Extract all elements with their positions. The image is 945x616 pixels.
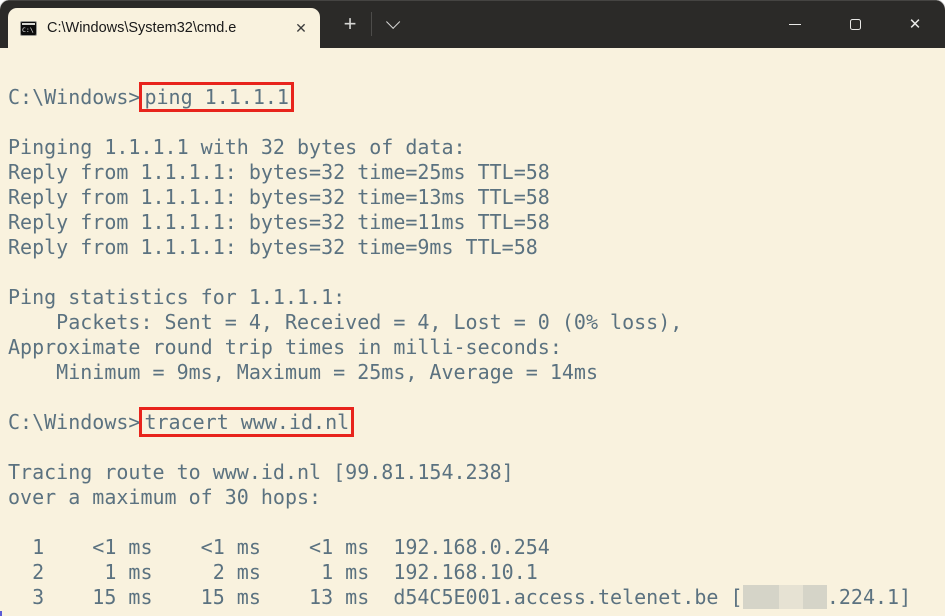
tabbar-divider (371, 12, 372, 36)
terminal-text: Pinging 1.1.1.1 with 32 bytes of data: (8, 135, 466, 159)
terminal-text: Minimum = 9ms, Maximum = 25ms, Average =… (8, 360, 599, 384)
terminal-text: Reply from 1.1.1.1: bytes=32 time=9ms TT… (8, 235, 538, 259)
window-controls: ✕ (765, 1, 945, 48)
redaction-box (802, 585, 827, 609)
redaction-box (742, 585, 779, 609)
terminal-line: Tracing route to www.id.nl [99.81.154.23… (8, 460, 937, 485)
command-highlight-box: ping 1.1.1.1 (139, 82, 294, 112)
cmd-prompt-icon: C:\ (20, 20, 37, 36)
terminal-window: C:\ C:\Windows\System32\cmd.e ✕ + ✕ C:\W… (0, 0, 945, 616)
terminal-text: Ping statistics for 1.1.1.1: (8, 285, 346, 309)
terminal-line: 1 <1 ms <1 ms <1 ms 192.168.0.254 (8, 535, 937, 560)
command-highlight-box: tracert www.id.nl (139, 407, 355, 437)
terminal-text: Reply from 1.1.1.1: bytes=32 time=25ms T… (8, 160, 550, 184)
minimize-button[interactable] (765, 1, 825, 48)
terminal-text: Reply from 1.1.1.1: bytes=32 time=13ms T… (8, 185, 550, 209)
terminal-line: Reply from 1.1.1.1: bytes=32 time=11ms T… (8, 210, 937, 235)
maximize-icon (849, 19, 861, 30)
terminal-line: Reply from 1.1.1.1: bytes=32 time=9ms TT… (8, 235, 937, 260)
new-tab-button[interactable]: + (332, 7, 368, 41)
redaction-gap (778, 585, 803, 609)
terminal-text: over a maximum of 30 hops: (8, 485, 322, 509)
cmd-icon-text: C:\ (22, 25, 34, 34)
terminal-text: 3 15 ms 15 ms 13 ms d54C5E001.access.tel… (8, 585, 743, 609)
terminal-line: Minimum = 9ms, Maximum = 25ms, Average =… (8, 360, 937, 385)
terminal-text: C:\Windows> (8, 410, 141, 434)
terminal-text: Packets: Sent = 4, Received = 4, Lost = … (8, 310, 683, 334)
terminal-line: Packets: Sent = 4, Received = 4, Lost = … (8, 310, 937, 335)
chevron-down-icon (386, 14, 401, 29)
terminal-screen[interactable]: C:\Windows> ping 1.1.1.1 Pinging 1.1.1.1 w… (0, 48, 945, 616)
tab-cmd[interactable]: C:\ C:\Windows\System32\cmd.e ✕ (8, 8, 320, 48)
cursor-artifact (0, 611, 2, 616)
terminal-text: Approximate round trip times in milli-se… (8, 335, 562, 359)
terminal-line: 3 15 ms 15 ms 13 ms d54C5E001.access.tel… (8, 585, 937, 610)
terminal-text: .224.1] (826, 585, 912, 609)
terminal-line: Pinging 1.1.1.1 with 32 bytes of data: (8, 135, 937, 160)
terminal-text: 2 1 ms 2 ms 1 ms 192.168.10.1 (8, 560, 538, 584)
tab-title: C:\Windows\System32\cmd.e (47, 20, 237, 36)
terminal-text: 1 <1 ms <1 ms <1 ms 192.168.0.254 (8, 535, 550, 559)
plus-icon: + (343, 11, 357, 36)
terminal-line: over a maximum of 30 hops: (8, 485, 937, 510)
terminal-line: 2 1 ms 2 ms 1 ms 192.168.10.1 (8, 560, 937, 585)
terminal-line: Approximate round trip times in milli-se… (8, 335, 937, 360)
tab-dropdown-button[interactable] (375, 7, 407, 41)
terminal-line: C:\Windows> tracert www.id.nl (8, 407, 937, 437)
close-icon: ✕ (908, 16, 922, 33)
terminal-line: Reply from 1.1.1.1: bytes=32 time=13ms T… (8, 185, 937, 210)
terminal-line: Reply from 1.1.1.1: bytes=32 time=25ms T… (8, 160, 937, 185)
tab-close-icon[interactable]: ✕ (290, 17, 312, 39)
terminal-line: C:\Windows> ping 1.1.1.1 (8, 82, 937, 112)
close-button[interactable]: ✕ (885, 1, 945, 48)
terminal-text: Reply from 1.1.1.1: bytes=32 time=11ms T… (8, 210, 550, 234)
title-bar: C:\ C:\Windows\System32\cmd.e ✕ + ✕ (0, 0, 945, 48)
terminal-line: Ping statistics for 1.1.1.1: (8, 285, 937, 310)
maximize-button[interactable] (825, 1, 885, 48)
minimize-icon (789, 23, 801, 26)
terminal-text: C:\Windows> (8, 85, 141, 109)
terminal-text: Tracing route to www.id.nl [99.81.154.23… (8, 460, 514, 484)
